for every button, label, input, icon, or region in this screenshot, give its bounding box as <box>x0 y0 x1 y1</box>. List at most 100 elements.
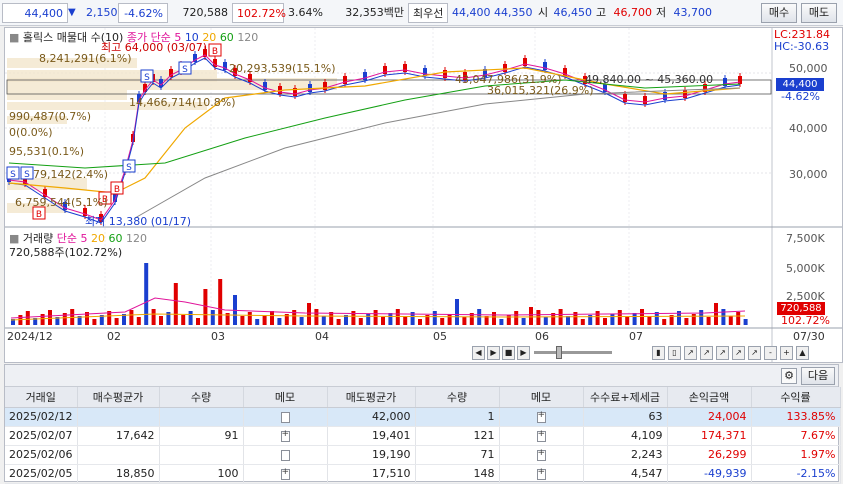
volume-bar <box>321 316 326 325</box>
pnl-amount: 24,004 <box>667 407 752 427</box>
price-chart[interactable]: SSBBBSSSB ■ 홀릭스 매물대 수(10) 종가 단순 5 10 20 … <box>4 27 843 363</box>
volume-bar <box>447 314 452 325</box>
memo-icon[interactable] <box>280 467 290 480</box>
volume-bar <box>255 319 260 325</box>
volume-bar <box>314 309 319 325</box>
table-row[interactable]: 2025/02/06 19,19071 2,24326,2991.97% <box>5 445 841 465</box>
draw-tool-icon[interactable]: ↗ <box>684 346 697 360</box>
volume-bar <box>462 317 467 325</box>
volume-bar <box>529 307 533 325</box>
volume-bar <box>603 318 607 325</box>
col-header[interactable]: 매수평균가 <box>77 387 160 408</box>
table-row[interactable]: 2025/02/0518,850100 17,510148 4,547-49,939… <box>5 464 841 484</box>
high-label: 고 <box>596 5 607 19</box>
memo-icon[interactable] <box>280 411 290 423</box>
col-header[interactable]: 수수료+제세금 <box>583 387 668 408</box>
scroll-up-icon[interactable]: ▲ <box>796 346 809 360</box>
volume-bar <box>721 309 726 325</box>
buy-qty: 91 <box>159 426 244 446</box>
volume-bar <box>617 310 622 325</box>
col-header[interactable]: 수량 <box>415 387 500 408</box>
low-label: 저 <box>656 5 667 19</box>
draw-tool-icon[interactable]: ↗ <box>732 346 745 360</box>
next-button[interactable]: 다음 <box>801 367 835 385</box>
scroll-right-icon[interactable]: ▶ <box>487 346 500 360</box>
buy-signal-icon: B <box>212 47 218 57</box>
pnl-amount: 174,371 <box>667 426 752 446</box>
profile-label: 6,759,544(5.1%) <box>15 196 108 209</box>
memo-icon[interactable] <box>536 467 546 480</box>
buy-qty <box>159 407 244 427</box>
buy-button[interactable]: 매수 <box>761 3 797 23</box>
line-chart-icon[interactable]: ▯ <box>668 346 681 360</box>
volume-bar <box>388 313 393 325</box>
vma120-legend: 120 <box>126 232 148 245</box>
zoom-in-icon[interactable]: + <box>780 346 793 360</box>
bar-chart-icon[interactable]: ▮ <box>652 346 665 360</box>
volume-bar <box>499 319 504 325</box>
draw-tool-icon[interactable]: ↗ <box>748 346 761 360</box>
open-label: 시 <box>538 5 549 19</box>
sell-signal-icon: S <box>144 73 150 83</box>
candle-body <box>443 70 447 78</box>
volume-bar <box>144 263 149 325</box>
sell-signal-icon: S <box>24 170 30 180</box>
zoom-out-icon[interactable]: - <box>764 346 777 360</box>
volume-bar <box>691 314 696 325</box>
draw-tool-icon[interactable]: ↗ <box>700 346 713 360</box>
volume-bar <box>536 310 541 325</box>
chart-canvas: S SBBBSSSB <box>5 28 842 362</box>
zoom-slider[interactable] <box>534 351 612 354</box>
stop-icon[interactable]: ■ <box>502 346 515 360</box>
col-header[interactable]: 수량 <box>159 387 244 408</box>
price-change: 2,150 <box>86 5 118 19</box>
volume-bar <box>580 319 585 325</box>
candle-body <box>623 94 627 102</box>
volume-bar <box>218 279 223 325</box>
sell-memo <box>499 445 584 465</box>
volume-bar <box>699 310 704 325</box>
trade-date: 2025/02/07 <box>5 426 78 446</box>
memo-icon[interactable] <box>280 449 290 461</box>
profile-label: 20,293,539(15.1%) <box>229 62 336 75</box>
sell-avg-price: 42,000 <box>327 407 416 427</box>
draw-tool-icon[interactable]: ↗ <box>716 346 729 360</box>
col-header[interactable]: 손익금액 <box>667 387 752 408</box>
volume-current: 720,588주(102.72%) <box>9 246 123 259</box>
memo-icon[interactable] <box>536 448 546 461</box>
fee-tax: 4,547 <box>583 464 668 484</box>
volume-bar <box>151 309 156 325</box>
col-header[interactable]: 매도평균가 <box>327 387 416 408</box>
settings-gear-icon[interactable]: ⚙ <box>781 368 797 384</box>
pnl-amount: -49,939 <box>667 464 752 484</box>
volume-bar <box>610 314 615 325</box>
memo-icon[interactable] <box>536 429 546 442</box>
zoom-slider-handle[interactable] <box>556 346 562 359</box>
candle-body <box>363 72 367 80</box>
volume-bar <box>381 317 385 325</box>
table-row[interactable]: 2025/02/0717,64291 19,401121 4,109174,3717… <box>5 426 841 446</box>
memo-icon[interactable] <box>536 410 546 423</box>
memo-icon[interactable] <box>280 429 290 442</box>
quote-bar: 44,400 ▼ 2,150 -4.62% 720,588 102.72% 3.… <box>0 0 843 26</box>
col-header[interactable]: 수익률 <box>751 387 841 408</box>
sell-button[interactable]: 매도 <box>801 3 837 23</box>
table-row[interactable]: 2025/02/12 42,0001 6324,004133.85% <box>5 407 841 427</box>
volume-bar <box>743 319 748 325</box>
col-header[interactable]: 거래일 <box>5 387 78 408</box>
scroll-left-icon[interactable]: ◀ <box>472 346 485 360</box>
bid-price: 44,350 <box>494 5 533 19</box>
volume-bar <box>403 316 408 325</box>
legend-marker-icon: ■ <box>9 31 20 44</box>
volume-bar <box>455 299 459 325</box>
col-header[interactable]: 메모 <box>499 387 584 408</box>
volume-bar <box>543 317 548 325</box>
volume-bar <box>640 309 644 325</box>
ask-price: 44,400 <box>452 5 491 19</box>
play-icon[interactable]: ▶ <box>517 346 530 360</box>
volume-bar <box>92 319 97 325</box>
x-label: 05 <box>433 330 447 343</box>
col-header[interactable]: 메모 <box>243 387 328 408</box>
sell-signal-icon: S <box>182 65 188 75</box>
buy-memo <box>243 407 328 427</box>
